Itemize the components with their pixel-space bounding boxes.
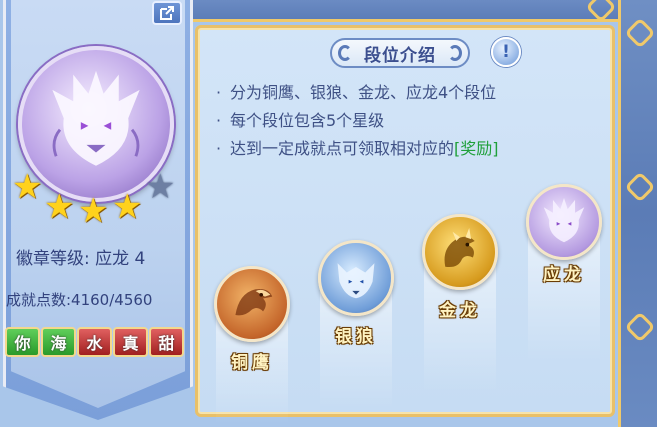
title-tag[interactable]: 海 — [41, 327, 76, 357]
rule-text: 分为铜鹰、银狼、金龙、应龙4个段位 — [230, 83, 497, 102]
rank-name: 铜鹰 — [231, 353, 273, 373]
player-title-tags: 你 海 水 真 甜 — [5, 327, 184, 357]
purple-dragon-icon — [526, 184, 602, 260]
panel-title-plate: 段位介绍 — [330, 38, 470, 68]
share-button[interactable] — [152, 1, 182, 25]
rule-item: · 每个段位包含5个星级 — [216, 108, 499, 136]
star-filled-icon: ★ — [12, 167, 43, 207]
rank-intro-panel: 段位介绍 ! · 分为铜鹰、银狼、金龙、应龙4个段位 · 每个段位包含5个星级 · 达… — [195, 25, 615, 424]
knot-ornament — [624, 311, 656, 343]
title-tag[interactable]: 你 — [5, 327, 40, 357]
star-filled-icon: ★ — [112, 187, 143, 227]
rule-item: · 分为铜鹰、银狼、金龙、应龙4个段位 — [216, 80, 499, 108]
rank-name: 银狼 — [335, 327, 377, 347]
knot-ornament — [624, 17, 656, 49]
info-button[interactable]: ! — [491, 37, 521, 67]
star-filled-icon: ★ — [44, 187, 75, 227]
share-icon — [160, 6, 174, 20]
star-filled-icon: ★ — [78, 191, 109, 231]
reward-link[interactable]: [奖励] — [454, 139, 499, 158]
rule-text: 达到一定成就点可领取相对应的 — [230, 139, 455, 158]
eagle-icon — [214, 266, 290, 342]
scroll-curl-icon — [338, 45, 352, 61]
star-empty-icon: ★ — [145, 167, 176, 207]
rule-text: 每个段位包含5个星级 — [230, 111, 385, 130]
rank-name: 金龙 — [439, 301, 481, 321]
achievement-points: 成就点数:4160/4560 — [6, 291, 153, 309]
badge-star-rating: ★ ★ ★ ★ ★ — [12, 170, 182, 230]
bullet-dot-icon: · — [216, 111, 222, 130]
bullet-dot-icon: · — [216, 139, 222, 158]
top-decor-bar — [192, 0, 618, 23]
knot-ornament — [624, 171, 656, 203]
bullet-dot-icon: · — [216, 83, 222, 102]
rank-name: 应龙 — [543, 265, 585, 285]
rule-item: · 达到一定成就点可领取相对应的[奖励] — [216, 136, 499, 164]
rank-rules-list: · 分为铜鹰、银狼、金龙、应龙4个段位 · 每个段位包含5个星级 · 达到一定成就点可… — [216, 80, 499, 164]
title-tag[interactable]: 甜 — [149, 327, 184, 357]
panel-title: 段位介绍 — [364, 45, 436, 66]
wolf-icon — [318, 240, 394, 316]
title-tag[interactable]: 水 — [77, 327, 112, 357]
title-tag[interactable]: 真 — [113, 327, 148, 357]
scroll-curl-icon — [448, 45, 462, 61]
badge-level: 徽章等级: 应龙 4 — [16, 249, 146, 269]
gold-dragon-icon — [422, 214, 498, 290]
knot-ornament — [585, 0, 617, 23]
right-decor-strip — [618, 0, 657, 427]
